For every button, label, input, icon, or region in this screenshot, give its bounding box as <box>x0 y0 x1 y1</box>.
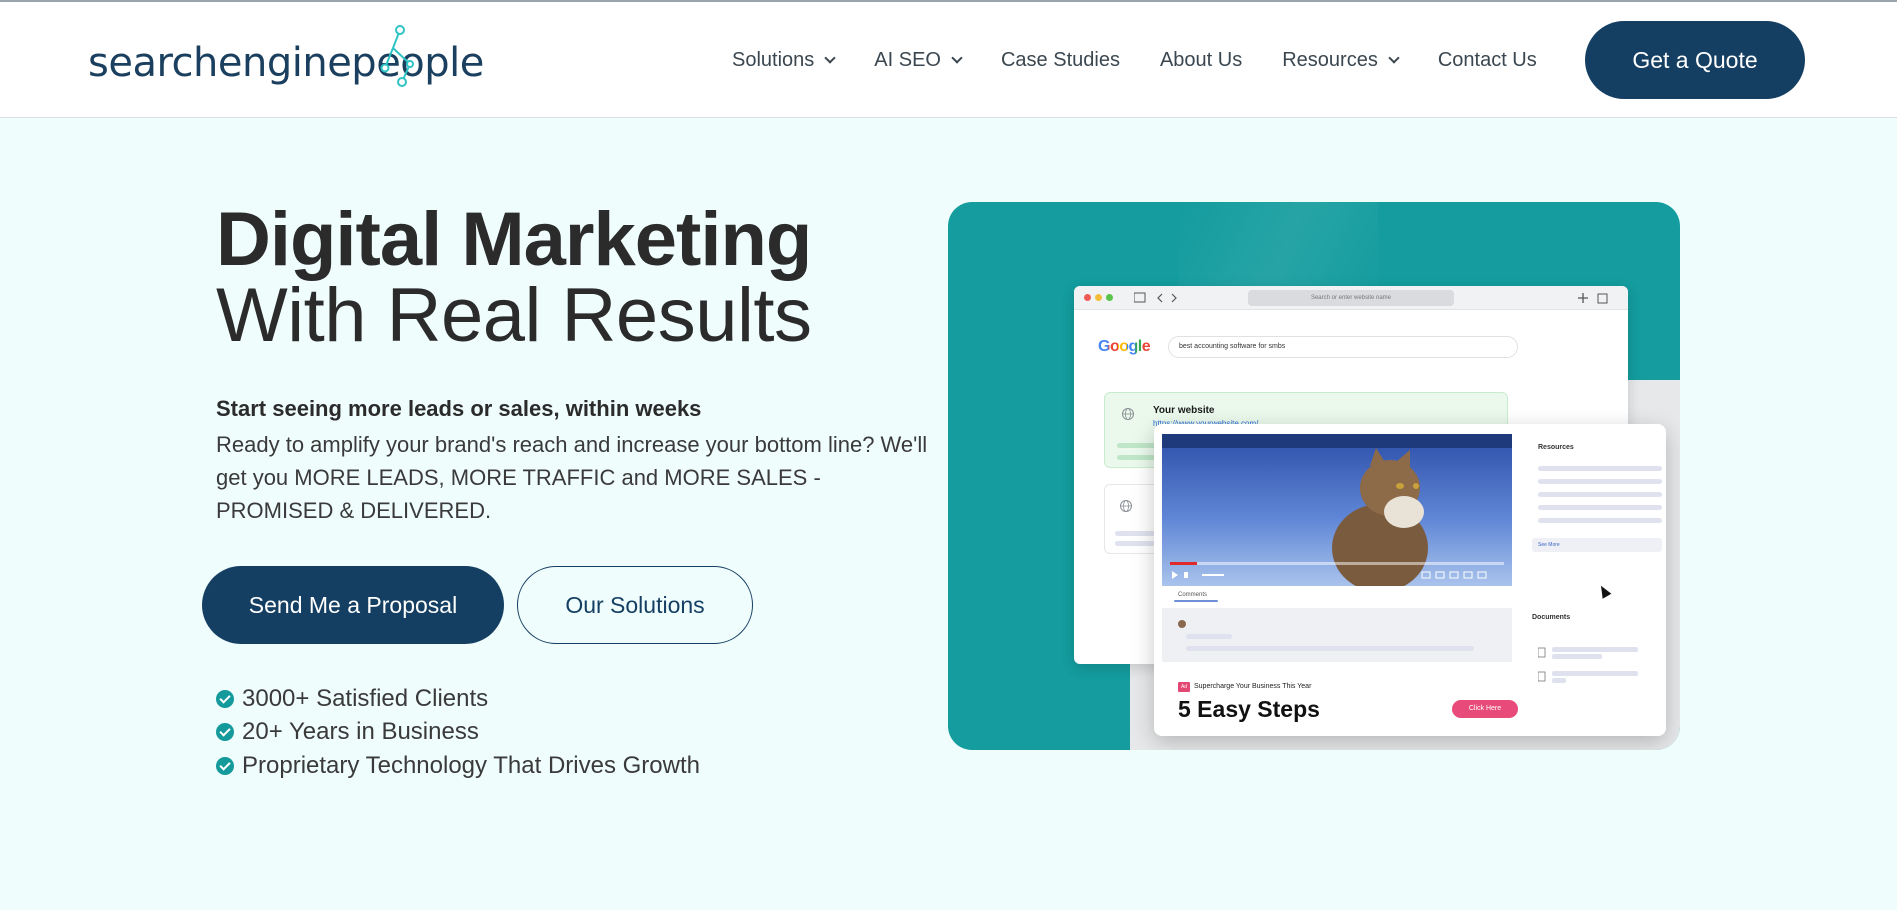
feature-text: 20+ Years in Business <box>242 718 479 746</box>
video-topbar <box>1162 434 1512 448</box>
check-circle-icon <box>216 689 234 708</box>
globe-icon <box>1120 500 1132 512</box>
document-rows <box>1538 647 1638 683</box>
browser-tab-icons <box>1578 293 1608 304</box>
tab-underline <box>1174 600 1218 602</box>
placeholder-line <box>1538 518 1662 523</box>
placeholder-line <box>1115 541 1155 546</box>
feature-list: 3000+ Satisfied Clients 20+ Years in Bus… <box>216 682 700 783</box>
nav-resources[interactable]: Resources <box>1282 48 1400 72</box>
nav-case-studies[interactable]: Case Studies <box>1001 49 1120 72</box>
chevron-down-icon <box>951 51 963 64</box>
feature-text: Proprietary Technology That Drives Growt… <box>242 751 700 779</box>
nav-ai-seo[interactable]: AI SEO <box>874 48 963 72</box>
google-logo: Google <box>1098 338 1151 356</box>
placeholder-line <box>1117 443 1157 448</box>
video-page-mockup: Comments Resources See More Documents Ad… <box>1154 424 1666 736</box>
our-solutions-button[interactable]: Our Solutions <box>517 566 753 644</box>
globe-icon <box>1122 408 1134 420</box>
google-logo-text: Google <box>1098 338 1151 355</box>
ad-badge: Ad <box>1178 682 1190 692</box>
video-progress-bar[interactable] <box>1170 562 1504 565</box>
close-dot-icon <box>1084 294 1091 301</box>
hero-body: Ready to amplify your brand's reach and … <box>216 432 928 523</box>
check-circle-icon <box>216 723 234 742</box>
maximize-dot-icon <box>1106 294 1113 301</box>
site-header: searchenginepeople Solutions AI SEO Case <box>0 2 1897 118</box>
placeholder-line <box>1538 466 1662 471</box>
check-circle-icon <box>216 756 234 775</box>
placeholder-line <box>1115 531 1155 536</box>
nav-about-us[interactable]: About Us <box>1160 49 1242 72</box>
placeholder-line <box>1186 634 1232 639</box>
placeholder-line <box>1538 505 1662 510</box>
nav-resources-label: Resources <box>1282 48 1378 71</box>
hero-title-line1: Digital Marketing <box>216 197 812 282</box>
google-search-box: best accounting software for smbs <box>1168 336 1518 358</box>
placeholder-line <box>1538 479 1662 484</box>
see-more-row: See More <box>1532 538 1662 552</box>
video-player <box>1162 434 1512 586</box>
nav-ai-seo-label: AI SEO <box>874 48 941 71</box>
ad-headline: 5 Easy Steps <box>1178 696 1320 722</box>
feature-text: 3000+ Satisfied Clients <box>242 684 489 712</box>
chevron-down-icon <box>824 51 836 64</box>
chevron-down-icon <box>1388 51 1400 64</box>
browser-nav-icons <box>1134 292 1177 303</box>
feature-item: 20+ Years in Business <box>216 716 700 750</box>
hero-title-line2: With Real Results <box>216 273 812 358</box>
feature-item: 3000+ Satisfied Clients <box>216 682 700 716</box>
placeholder-line <box>1538 492 1662 497</box>
logo-network-icon <box>380 25 414 87</box>
documents-heading: Documents <box>1532 614 1571 621</box>
send-proposal-button[interactable]: Send Me a Proposal <box>202 566 504 644</box>
nav-solutions[interactable]: Solutions <box>732 48 836 72</box>
video-controls <box>1172 571 1487 579</box>
site-logo[interactable]: searchenginepeople <box>88 20 484 100</box>
comment-area <box>1162 608 1512 662</box>
ad-click-button: Click Here <box>1452 700 1518 718</box>
resources-heading: Resources <box>1538 444 1574 451</box>
placeholder-line <box>1117 455 1157 460</box>
nav-solutions-label: Solutions <box>732 48 815 71</box>
avatar <box>1178 620 1186 628</box>
main-nav: Solutions AI SEO Case Studies About Us R… <box>732 2 1577 118</box>
nav-contact-us-label: Contact Us <box>1437 48 1537 71</box>
result-title: Your website <box>1153 405 1215 416</box>
get-a-quote-button[interactable]: Get a Quote <box>1585 21 1805 99</box>
hero-illustration: Search or enter website name Google best… <box>948 202 1680 750</box>
comments-tab: Comments <box>1178 592 1208 598</box>
video-progress-fill <box>1170 562 1197 565</box>
minimize-dot-icon <box>1095 294 1102 301</box>
nav-contact-us[interactable]: Contact Us <box>1438 49 1537 72</box>
hero-lead: Start seeing more leads or sales, within… <box>216 396 702 421</box>
browser-address-bar: Search or enter website name <box>1248 290 1454 306</box>
nav-about-us-label: About Us <box>1159 48 1243 71</box>
browser-toolbar: Search or enter website name <box>1074 286 1628 310</box>
cat-image <box>1332 448 1428 586</box>
nav-case-studies-label: Case Studies <box>1000 48 1120 71</box>
feature-item: Proprietary Technology That Drives Growt… <box>216 749 700 783</box>
ad-tagline: Supercharge Your Business This Year <box>1194 683 1312 690</box>
placeholder-line <box>1186 646 1474 651</box>
